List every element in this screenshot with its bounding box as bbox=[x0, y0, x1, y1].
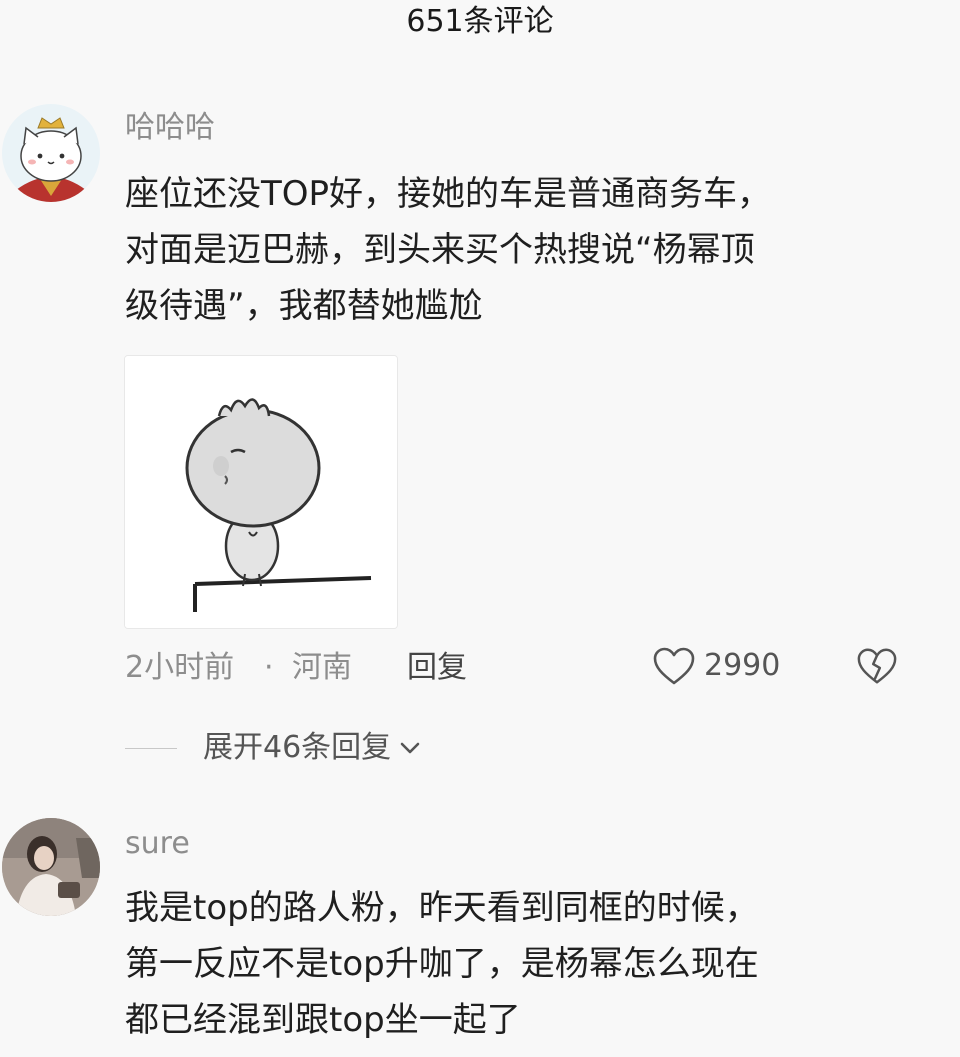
comment-location: 河南 bbox=[292, 650, 352, 685]
expand-replies-button[interactable]: 展开46条回复 bbox=[125, 728, 423, 768]
username[interactable]: sure bbox=[125, 826, 190, 862]
username[interactable]: 哈哈哈 bbox=[125, 110, 215, 146]
comments-page: 651条评论 哈哈哈 座位还没TOP好，接她的车是普通商务车， 对面是迈巴赫，到… bbox=[0, 0, 960, 1057]
bun-sticker-icon bbox=[125, 356, 397, 628]
comment-sticker-image[interactable] bbox=[124, 355, 398, 629]
heart-outline-icon bbox=[653, 647, 695, 685]
avatar[interactable] bbox=[2, 818, 100, 916]
reply-button[interactable]: 回复 bbox=[407, 648, 467, 688]
like-button[interactable]: 2990 bbox=[652, 646, 780, 686]
user-photo-avatar-icon bbox=[2, 818, 100, 916]
dislike-button[interactable] bbox=[856, 646, 898, 690]
comment-time: 2小时前 bbox=[125, 650, 235, 685]
comment-text: 我是top的路人粉，昨天看到同框的时候， 第一反应不是top升咖了，是杨幂怎么现… bbox=[125, 888, 759, 1040]
comment-text: 座位还没TOP好，接她的车是普通商务车， 对面是迈巴赫，到头来买个热搜说“杨幂顶… bbox=[125, 174, 772, 326]
meta-separator: · bbox=[264, 650, 274, 685]
comment-count-title: 651条评论 bbox=[406, 4, 554, 39]
divider bbox=[125, 747, 177, 749]
avatar[interactable] bbox=[2, 104, 100, 202]
expand-replies-label: 展开46条回复 bbox=[203, 730, 392, 765]
cat-avatar-icon bbox=[2, 104, 100, 202]
like-count: 2990 bbox=[704, 648, 781, 683]
broken-heart-icon bbox=[857, 648, 897, 684]
chevron-down-icon bbox=[400, 742, 420, 754]
